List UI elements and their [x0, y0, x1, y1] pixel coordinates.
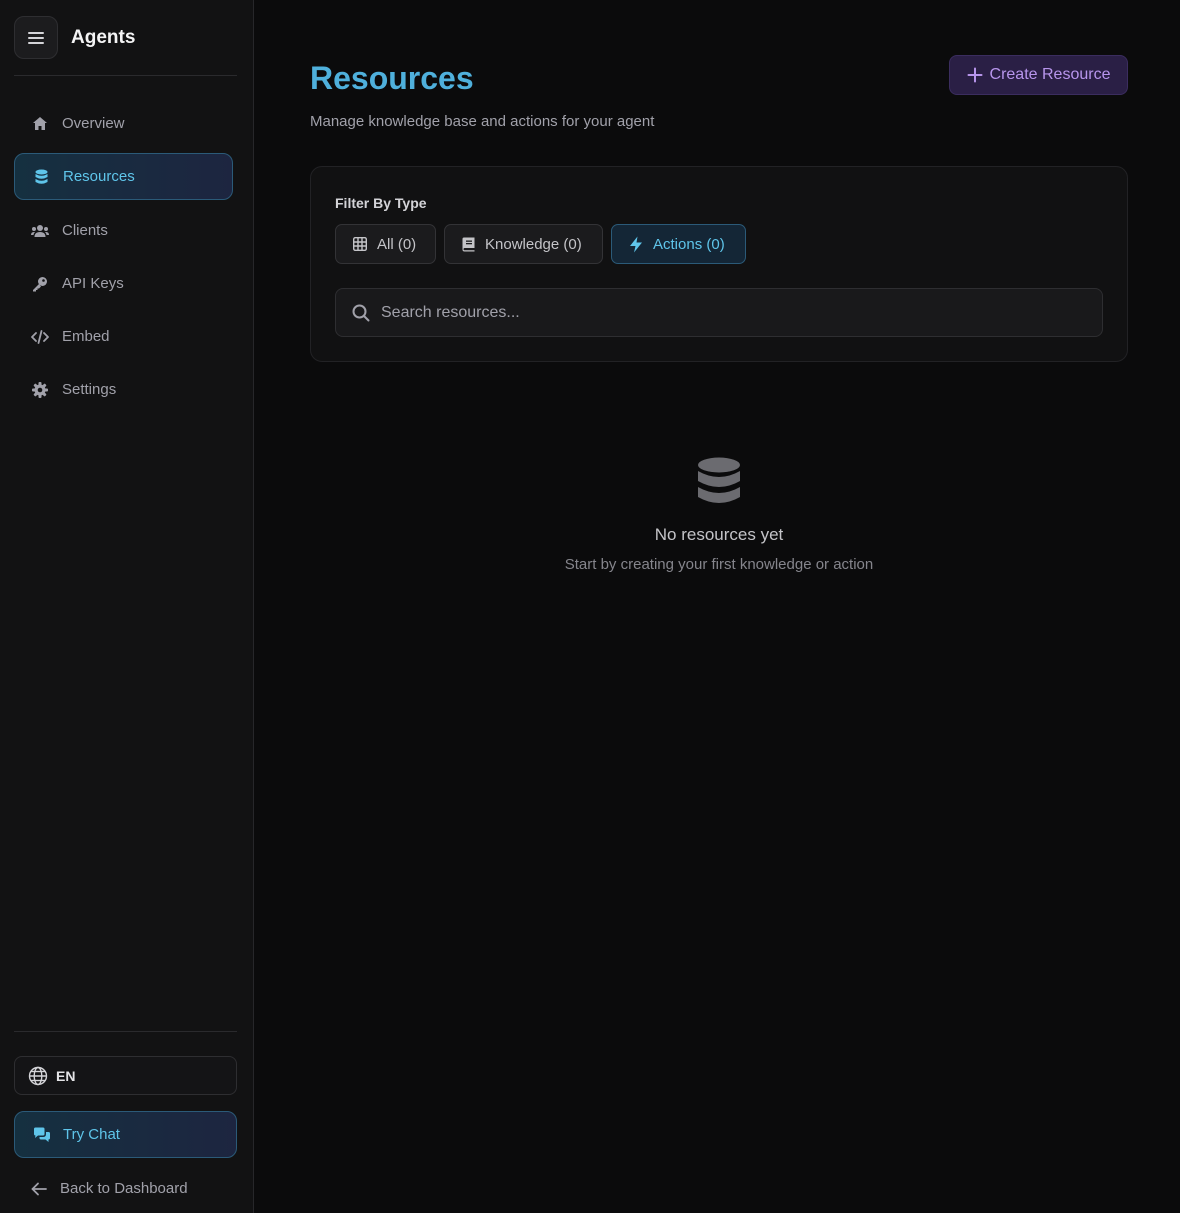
create-resource-label: Create Resource — [989, 66, 1111, 83]
gear-icon — [31, 381, 49, 399]
sidebar-item-label: Resources — [63, 168, 135, 185]
app-title: Agents — [71, 26, 136, 48]
sidebar-divider-top — [14, 75, 237, 76]
filter-chip-label: All (0) — [377, 235, 417, 253]
back-to-dashboard-link[interactable]: Back to Dashboard — [14, 1166, 237, 1211]
language-selector[interactable]: EN — [14, 1056, 237, 1095]
home-icon — [31, 115, 49, 133]
filter-chip-all[interactable]: All (0) — [335, 224, 436, 264]
menu-toggle-button[interactable] — [14, 16, 58, 59]
sidebar-item-overview[interactable]: Overview — [14, 100, 233, 147]
sidebar-item-label: API Keys — [62, 275, 124, 292]
sidebar: Agents Overview Resources Clients API Ke… — [0, 0, 254, 1213]
sidebar-item-resources[interactable]: Resources — [14, 153, 233, 200]
sidebar-item-label: Settings — [62, 381, 117, 398]
bolt-icon — [629, 236, 643, 253]
filter-chip-actions[interactable]: Actions (0) — [611, 224, 746, 264]
database-icon — [32, 168, 50, 186]
users-icon — [31, 222, 49, 240]
sidebar-item-clients[interactable]: Clients — [14, 207, 233, 254]
sidebar-item-label: Overview — [62, 115, 125, 132]
filter-card: Filter By Type All (0) Knowledge (0) Act… — [310, 166, 1128, 362]
search-box — [335, 288, 1103, 337]
globe-icon — [28, 1066, 48, 1086]
search-icon — [352, 304, 370, 322]
sidebar-header: Agents — [14, 16, 135, 59]
database-icon — [697, 457, 741, 512]
page-title: Resources — [310, 60, 474, 96]
filter-chip-label: Actions (0) — [653, 235, 725, 253]
arrow-left-icon — [31, 1182, 47, 1196]
search-input[interactable] — [381, 303, 1102, 322]
sidebar-item-settings[interactable]: Settings — [14, 366, 233, 413]
sidebar-divider-bottom — [14, 1031, 237, 1032]
plus-icon — [967, 67, 983, 83]
grid-icon — [353, 237, 367, 251]
chat-icon — [33, 1127, 51, 1143]
language-label: EN — [56, 1067, 76, 1084]
filter-label: Filter By Type — [335, 195, 427, 211]
back-label: Back to Dashboard — [60, 1180, 188, 1197]
empty-state-title: No resources yet — [654, 525, 784, 544]
create-resource-button[interactable]: Create Resource — [949, 55, 1128, 95]
key-icon — [31, 275, 49, 293]
sidebar-item-label: Embed — [62, 328, 110, 345]
sidebar-item-api-keys[interactable]: API Keys — [14, 260, 233, 307]
empty-state-subtitle: Start by creating your first knowledge o… — [564, 556, 874, 573]
filter-chip-knowledge[interactable]: Knowledge (0) — [444, 224, 603, 264]
try-chat-label: Try Chat — [63, 1126, 120, 1143]
hamburger-icon — [28, 31, 44, 44]
book-icon — [462, 237, 475, 252]
try-chat-button[interactable]: Try Chat — [14, 1111, 237, 1158]
page-subtitle: Manage knowledge base and actions for yo… — [310, 113, 655, 130]
sidebar-item-label: Clients — [62, 222, 108, 239]
filter-chip-label: Knowledge (0) — [485, 235, 582, 253]
code-icon — [31, 328, 49, 346]
sidebar-item-embed[interactable]: Embed — [14, 313, 233, 360]
